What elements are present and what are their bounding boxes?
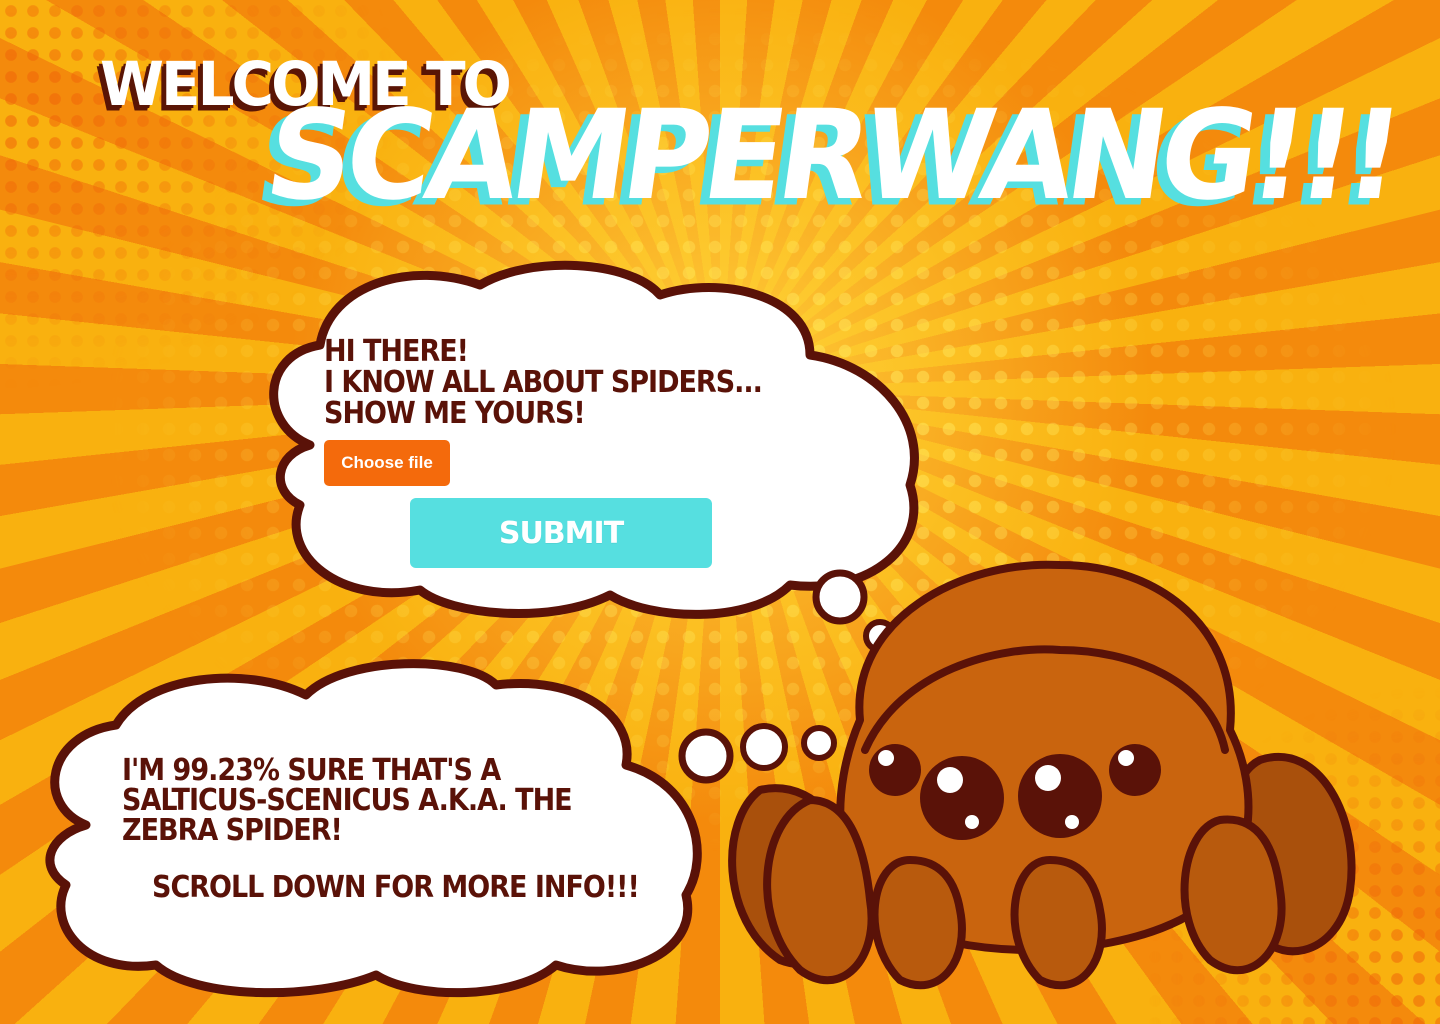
result-message: I'M 99.23% SURE THAT'S A SALTICUS-SCENIC… — [122, 756, 642, 846]
result-line-1: I'M 99.23% SURE THAT'S A — [122, 753, 501, 788]
result-line-3: ZEBRA SPIDER! — [122, 813, 343, 848]
scroll-hint: SCROLL DOWN FOR MORE INFO!!! — [152, 870, 640, 905]
spider-mascot-icon — [700, 560, 1400, 1004]
result-line-2: SALTICUS-SCENICUS A.K.A. THE — [122, 783, 573, 818]
